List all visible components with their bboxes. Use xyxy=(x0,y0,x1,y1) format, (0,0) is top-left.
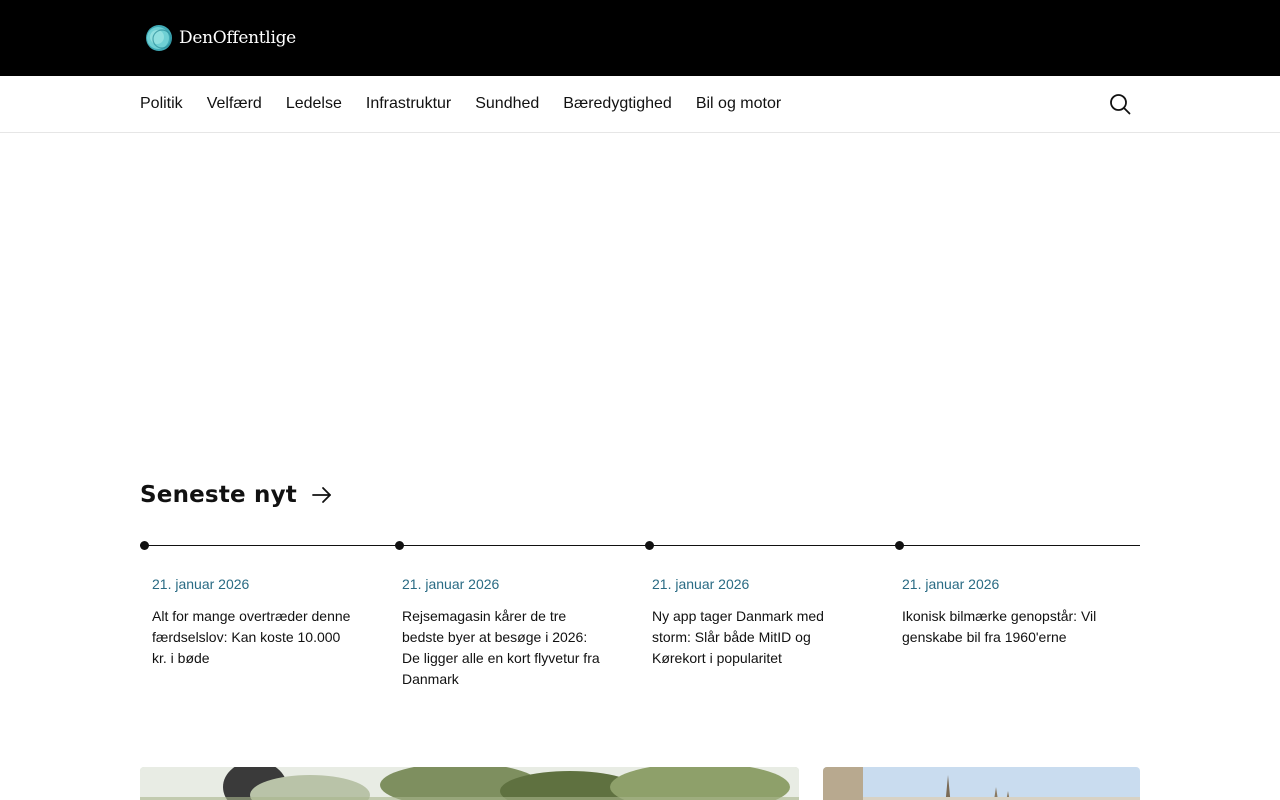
timeline-dot xyxy=(395,541,404,550)
timeline-dot xyxy=(140,541,149,550)
latest-news-heading[interactable]: Seneste nyt xyxy=(140,480,333,510)
news-title[interactable]: Rejsemagasin kårer de tre bedste byer at… xyxy=(402,606,602,690)
nav-item-ledelse[interactable]: Ledelse xyxy=(286,95,342,113)
timeline-dot xyxy=(645,541,654,550)
news-item[interactable]: 21. januar 2026 Alt for mange overtræder… xyxy=(152,574,357,669)
search-icon[interactable] xyxy=(1108,92,1132,116)
nav-item-infrastruktur[interactable]: Infrastruktur xyxy=(366,95,451,113)
nav-item-sundhed[interactable]: Sundhed xyxy=(475,95,539,113)
circle-logo-icon xyxy=(144,24,176,52)
article-image[interactable] xyxy=(140,767,799,800)
news-date: 21. januar 2026 xyxy=(152,576,250,592)
arrow-right-icon xyxy=(311,485,333,505)
timeline-dot xyxy=(895,541,904,550)
nav-item-politik[interactable]: Politik xyxy=(140,95,183,113)
logo-text: DenOffentlige xyxy=(179,28,296,48)
news-date: 21. januar 2026 xyxy=(652,576,750,592)
main-nav: Politik Velfærd Ledelse Infrastruktur Su… xyxy=(0,76,1280,133)
news-item[interactable]: 21. januar 2026 Rejsemagasin kårer de tr… xyxy=(402,574,602,690)
nav-list: Politik Velfærd Ledelse Infrastruktur Su… xyxy=(140,76,805,132)
news-item[interactable]: 21. januar 2026 Ny app tager Danmark med… xyxy=(652,574,852,669)
article-image[interactable] xyxy=(823,767,1140,800)
site-header: DenOffentlige xyxy=(0,0,1280,76)
news-title[interactable]: Ikonisk bilmærke genopstår: Vil genskabe… xyxy=(902,606,1112,648)
news-item[interactable]: 21. januar 2026 Ikonisk bilmærke genopst… xyxy=(902,574,1112,648)
site-logo[interactable]: DenOffentlige xyxy=(144,24,296,52)
nav-item-baeredygtighed[interactable]: Bæredygtighed xyxy=(563,95,672,113)
news-date: 21. januar 2026 xyxy=(902,576,1000,592)
news-title[interactable]: Ny app tager Danmark med storm: Slår båd… xyxy=(652,606,852,669)
timeline-line xyxy=(140,545,1140,546)
section-title: Seneste nyt xyxy=(140,482,297,508)
news-title[interactable]: Alt for mange overtræder denne færdselsl… xyxy=(152,606,357,669)
news-date: 21. januar 2026 xyxy=(402,576,500,592)
nav-item-bil-og-motor[interactable]: Bil og motor xyxy=(696,95,781,113)
nav-item-velfaerd[interactable]: Velfærd xyxy=(207,95,262,113)
